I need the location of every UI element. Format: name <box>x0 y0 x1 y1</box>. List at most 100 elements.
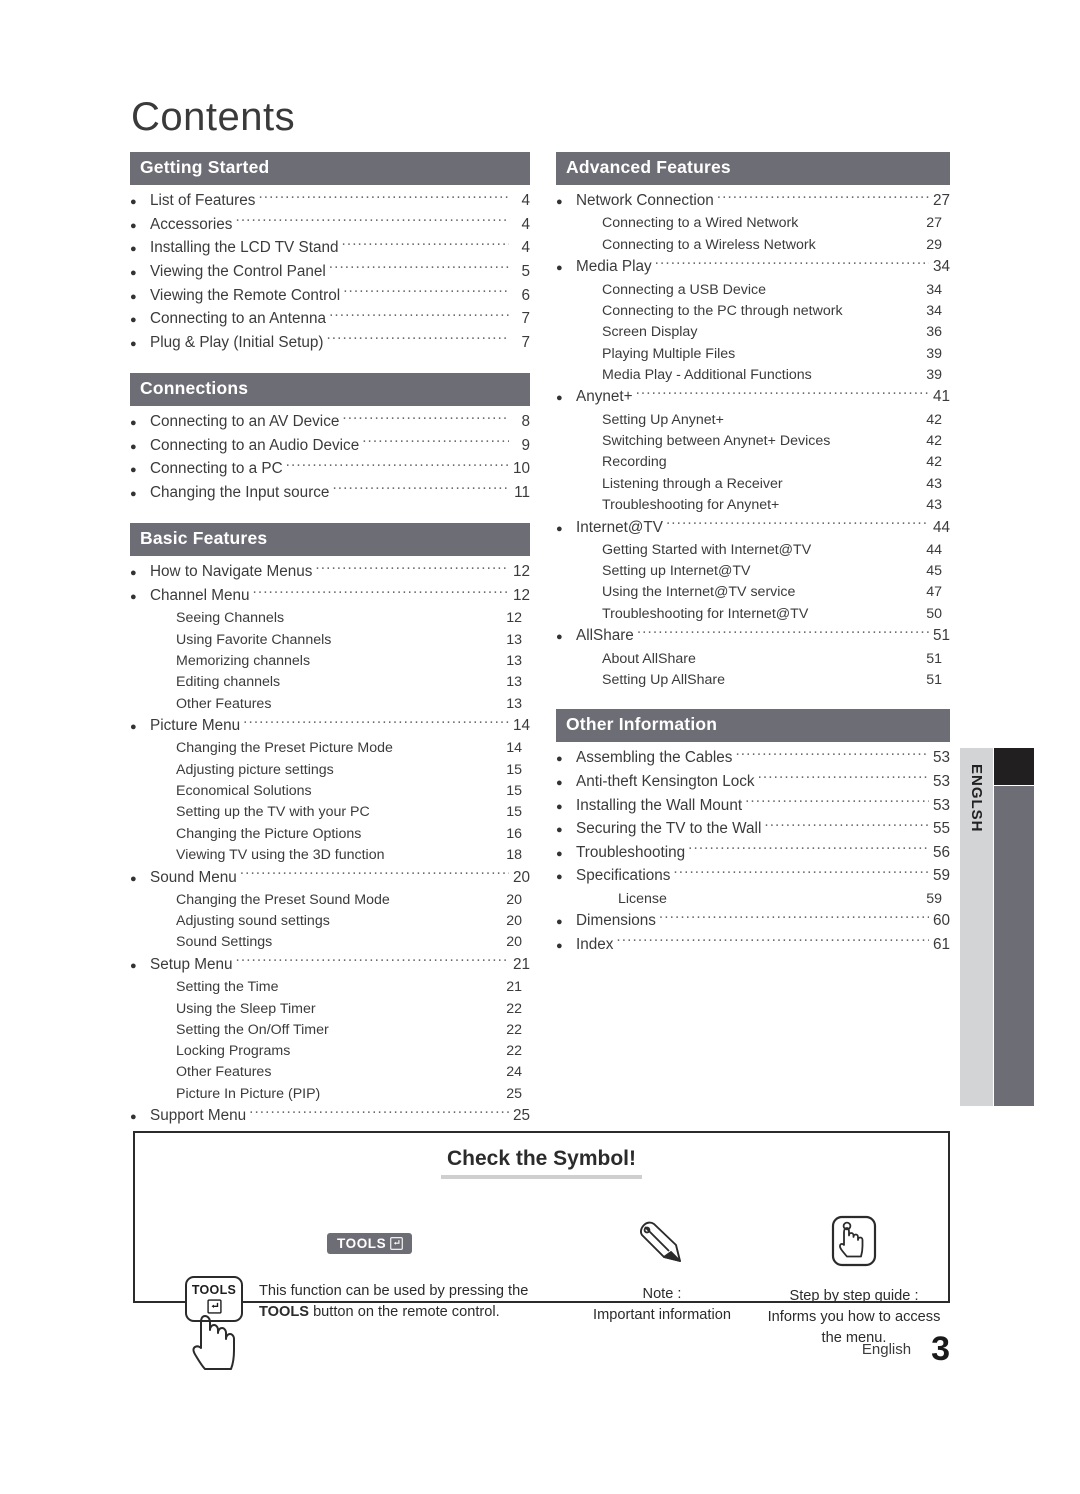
toc-entry[interactable]: ● Specifications 59 <box>556 865 950 889</box>
leader-dots <box>659 910 929 925</box>
toc-entry[interactable]: ● How to Navigate Menus 12 <box>130 561 530 585</box>
toc-entry[interactable]: ● Connecting to a PC 10 <box>130 458 530 482</box>
toc-entry[interactable]: ● Connecting to an Antenna 7 <box>130 308 530 332</box>
toc-subentry[interactable]: Troubleshooting for Internet@TV 50 <box>556 604 950 625</box>
toc-entry-title: Connecting to an AV Device <box>150 413 340 431</box>
toc-subentry[interactable]: Other Features 13 <box>130 694 530 715</box>
toc-entry-title: Picture Menu <box>150 717 241 735</box>
toc-section-heading: Basic Features <box>130 523 530 557</box>
toc-entry[interactable]: ● Plug & Play (Initial Setup) 7 <box>130 331 530 355</box>
toc-entry[interactable]: ● Connecting to an AV Device 8 <box>130 411 530 435</box>
toc-entry[interactable]: ● Installing the Wall Mount 53 <box>556 794 950 818</box>
toc-subentry[interactable]: Adjusting picture settings 15 <box>130 760 530 781</box>
toc-subentry[interactable]: Setting the On/Off Timer 22 <box>130 1020 530 1041</box>
toc-subentry[interactable]: Locking Programs 22 <box>130 1041 530 1062</box>
toc-entry[interactable]: ● Viewing the Remote Control 6 <box>130 284 530 308</box>
toc-subentry-page: 27 <box>926 215 942 232</box>
toc-entry[interactable]: ● Accessories 4 <box>130 213 530 237</box>
bullet-icon: ● <box>556 916 563 929</box>
toc-entry[interactable]: ● Picture Menu 14 <box>130 715 530 739</box>
toc-entry[interactable]: ● List of Features 4 <box>130 190 530 214</box>
leader-dots <box>240 866 509 881</box>
toc-entry[interactable]: ● Dimensions 60 <box>556 910 950 934</box>
toc-entry-title: Connecting to a PC <box>150 460 283 478</box>
toc-subentry[interactable]: Using the Internet@TV service 47 <box>556 582 950 603</box>
toc-subentry[interactable]: Connecting to a Wireless Network 29 <box>556 235 950 256</box>
bullet-icon: ● <box>556 939 563 952</box>
toc-entry[interactable]: ● Network Connection 27 <box>556 190 950 214</box>
bullet-icon: ● <box>130 591 137 604</box>
toc-entry-page: 44 <box>932 518 950 536</box>
toc-subentry[interactable]: Changing the Preset Picture Mode 14 <box>130 738 530 759</box>
toc-subentry[interactable]: Setting Up AllShare 51 <box>556 670 950 691</box>
toc-subentry[interactable]: Screen Display 36 <box>556 322 950 343</box>
toc-entry-page: 53 <box>932 749 950 767</box>
toc-subentry[interactable]: Economical Solutions 15 <box>130 781 530 802</box>
language-side-tab: ENGLSH <box>960 748 1034 1106</box>
toc-subentry[interactable]: Using the Sleep Timer 22 <box>130 999 530 1020</box>
toc-entry-page: 9 <box>521 436 530 454</box>
toc-subentry[interactable]: Connecting to the PC through network 34 <box>556 301 950 322</box>
toc-subentry[interactable]: Setting Up Anynet+ 42 <box>556 410 950 431</box>
toc-entry[interactable]: ● Support Menu 25 <box>130 1105 530 1129</box>
toc-subentry[interactable]: Viewing TV using the 3D function 18 <box>130 845 530 866</box>
toc-entry[interactable]: ● Connecting to an Audio Device 9 <box>130 435 530 459</box>
leader-dots <box>636 386 929 401</box>
toc-subentry-title: Connecting a USB Device <box>602 281 767 298</box>
toc-entry-page: 21 <box>512 955 530 973</box>
toc-entry[interactable]: ● Anynet+ 41 <box>556 386 950 410</box>
toc-subentry-title: Changing the Preset Sound Mode <box>176 891 390 908</box>
toc-entry[interactable]: ● Securing the TV to the Wall 55 <box>556 818 950 842</box>
toc-subentry[interactable]: Other Features 24 <box>130 1062 530 1083</box>
toc-subentry[interactable]: Listening through a Receiver 43 <box>556 474 950 495</box>
leader-dots <box>249 1105 509 1120</box>
toc-subentry[interactable]: Troubleshooting for Anynet+ 43 <box>556 495 950 516</box>
bullet-icon: ● <box>556 776 563 789</box>
toc-subentry-title: Recording <box>602 454 667 471</box>
toc-entry-title: Network Connection <box>576 192 714 210</box>
toc-subentry[interactable]: Setting the Time 21 <box>130 977 530 998</box>
toc-entry[interactable]: ● Viewing the Control Panel 5 <box>130 261 530 285</box>
toc-subentry[interactable]: Using Favorite Channels 13 <box>130 630 530 651</box>
toc-subentry[interactable]: License 59 <box>556 889 950 910</box>
toc-entry[interactable]: ● Installing the LCD TV Stand 4 <box>130 237 530 261</box>
toc-entry[interactable]: ● Sound Menu 20 <box>130 866 530 890</box>
toc-subentry-title: Changing the Preset Picture Mode <box>176 740 393 757</box>
toc-entry[interactable]: ● AllShare 51 <box>556 625 950 649</box>
toc-subentry[interactable]: Setting up Internet@TV 45 <box>556 561 950 582</box>
toc-subentry[interactable]: Changing the Picture Options 16 <box>130 824 530 845</box>
toc-subentry[interactable]: Editing channels 13 <box>130 672 530 693</box>
note-column: Note : Important information <box>567 1219 757 1326</box>
toc-subentry[interactable]: Getting Started with Internet@TV 44 <box>556 540 950 561</box>
toc-entry[interactable]: ● Anti-theft Kensington Lock 53 <box>556 771 950 795</box>
toc-section: Basic Features ● How to Navigate Menus 12 ● C… <box>130 523 530 1128</box>
toc-subentry[interactable]: Recording 42 <box>556 452 950 473</box>
toc-entry[interactable]: ● Media Play 34 <box>556 256 950 280</box>
toc-subentry-title: Connecting to a Wired Network <box>602 215 799 232</box>
toc-subentry[interactable]: About AllShare 51 <box>556 649 950 670</box>
toc-entry[interactable]: ● Changing the Input source 11 <box>130 482 530 506</box>
toc-entry[interactable]: ● Internet@TV 44 <box>556 516 950 540</box>
toc-subentry[interactable]: Changing the Preset Sound Mode 20 <box>130 890 530 911</box>
toc-subentry[interactable]: Adjusting sound settings 20 <box>130 911 530 932</box>
toc-subentry[interactable]: Switching between Anynet+ Devices 42 <box>556 431 950 452</box>
toc-entry[interactable]: ● Troubleshooting 56 <box>556 841 950 865</box>
toc-subentry[interactable]: Playing Multiple Files 39 <box>556 344 950 365</box>
page-title: Contents <box>131 95 296 139</box>
toc-entry-title: Anynet+ <box>576 388 633 406</box>
toc-entry-page: 59 <box>932 867 950 885</box>
toc-subentry[interactable]: Setting up the TV with your PC 15 <box>130 802 530 823</box>
toc-subentry[interactable]: Seeing Channels 12 <box>130 608 530 629</box>
toc-subentry[interactable]: Connecting a USB Device 34 <box>556 280 950 301</box>
toc-entry[interactable]: ● Channel Menu 12 <box>130 585 530 609</box>
toc-subentry[interactable]: Sound Settings 20 <box>130 932 530 953</box>
toc-subentry[interactable]: Memorizing channels 13 <box>130 651 530 672</box>
toc-subentry[interactable]: Connecting to a Wired Network 27 <box>556 213 950 234</box>
toc-subentry[interactable]: Media Play - Additional Functions 39 <box>556 365 950 386</box>
toc-entry[interactable]: ● Assembling the Cables 53 <box>556 747 950 771</box>
footer-page-number: 3 <box>931 1330 950 1368</box>
toc-entry[interactable]: ● Setup Menu 21 <box>130 954 530 978</box>
leader-dots <box>688 841 929 856</box>
toc-entry[interactable]: ● Index 61 <box>556 934 950 958</box>
toc-subentry[interactable]: Picture In Picture (PIP) 25 <box>130 1084 530 1105</box>
